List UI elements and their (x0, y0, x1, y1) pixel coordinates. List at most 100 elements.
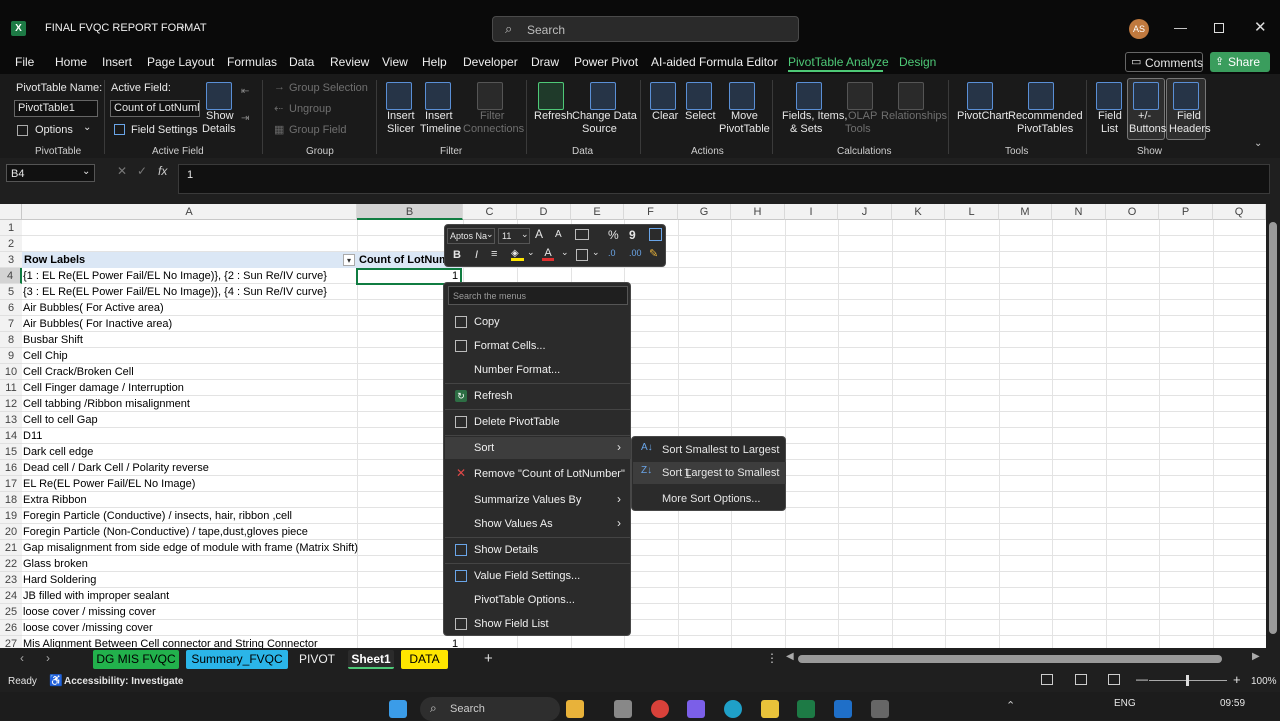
row-header[interactable]: 8 (0, 332, 22, 348)
row-labels-filter-button[interactable]: ▾ (343, 254, 355, 266)
row-label-cell[interactable]: Dark cell edge (23, 444, 93, 460)
column-header-d[interactable]: D (517, 204, 571, 220)
row-label-cell[interactable]: Cell to cell Gap (23, 412, 98, 428)
row-header[interactable]: 6 (0, 300, 22, 316)
windows-start-icon[interactable] (389, 700, 407, 718)
ungroup-button[interactable]: Ungroup (289, 103, 331, 115)
horizontal-scrollbar[interactable]: ◀ ▶ (786, 651, 1264, 664)
excel-logo-icon[interactable]: X (11, 21, 26, 36)
menu-formulas[interactable]: Formulas (227, 55, 277, 69)
tab-scroll-right-icon[interactable]: › (46, 651, 50, 665)
row-header[interactable]: 9 (0, 348, 22, 364)
menu-home[interactable]: Home (55, 55, 87, 69)
row-label-cell[interactable]: Glass broken (23, 556, 88, 572)
row-header[interactable]: 10 (0, 364, 22, 380)
ctx-delete-pivottable[interactable]: Delete PivotTable (445, 412, 631, 432)
chevron-down-icon[interactable]: ⌄ (527, 247, 535, 258)
share-button[interactable]: ⇪ Share (1210, 52, 1270, 72)
group-field-button[interactable]: Group Field (289, 124, 346, 136)
zoom-level[interactable]: 100% (1251, 676, 1277, 687)
more-options-icon[interactable]: ⋮ (766, 651, 778, 665)
ctx-remove-count[interactable]: ✕ Remove "Count of LotNumber" (445, 464, 631, 484)
horizontal-scrollbar-thumb[interactable] (798, 655, 1222, 663)
vertical-scrollbar[interactable] (1266, 220, 1280, 648)
clock-time[interactable]: 09:59 (1220, 698, 1245, 709)
accounting-format-icon[interactable] (649, 228, 662, 241)
row-header[interactable]: 3 (0, 252, 22, 268)
ctx-show-values-as[interactable]: Show Values As › (445, 514, 631, 534)
row-label-cell[interactable]: Cell Chip (23, 348, 68, 364)
column-header-i[interactable]: I (785, 204, 838, 220)
scroll-left-icon[interactable]: ◀ (786, 651, 794, 662)
sort-largest-to-smallest[interactable]: Z↓ Sort Largest to Smallest (633, 462, 786, 484)
pivottable-name-input[interactable]: PivotTable1 (14, 100, 98, 117)
cancel-icon[interactable]: ✕ (117, 164, 127, 178)
column-header-k[interactable]: K (892, 204, 945, 220)
row-label-cell[interactable]: JB filled with improper sealant (23, 588, 169, 604)
row-header[interactable]: 16 (0, 460, 22, 476)
row-header[interactable]: 11 (0, 380, 22, 396)
close-icon[interactable]: ✕ (1254, 18, 1267, 36)
insert-slicer-icon[interactable] (386, 82, 412, 110)
sheet-tab-data[interactable]: DATA (401, 650, 448, 669)
column-header-e[interactable]: E (571, 204, 624, 220)
page-break-view-icon[interactable] (1108, 674, 1120, 685)
field-settings-button[interactable]: Field Settings (114, 123, 204, 139)
fill-color-icon[interactable]: ◈ (511, 248, 524, 261)
align-center-icon[interactable]: ≡ (491, 248, 497, 260)
column-header-g[interactable]: G (678, 204, 731, 220)
comma-style-button[interactable]: 9 (629, 228, 636, 242)
move-pivottable-icon[interactable] (729, 82, 755, 110)
menu-insert[interactable]: Insert (102, 55, 132, 69)
row-label-cell[interactable]: Gap misalignment from side edge of modul… (23, 540, 358, 556)
row-label-cell[interactable]: Air Bubbles( For Active area) (23, 300, 164, 316)
group-selection-button[interactable]: Group Selection (289, 82, 368, 94)
file-explorer-icon[interactable] (761, 700, 779, 718)
language-indicator[interactable]: ENG (1114, 698, 1136, 709)
status-accessibility[interactable]: Accessibility: Investigate (64, 676, 184, 687)
ctx-pivottable-options[interactable]: PivotTable Options... (445, 590, 631, 610)
ctx-sort[interactable]: Sort › (445, 437, 631, 459)
chevron-down-icon[interactable]: ⌄ (178, 21, 186, 32)
column-header-j[interactable]: J (838, 204, 892, 220)
menu-data[interactable]: Data (289, 55, 314, 69)
column-header-a[interactable]: A (22, 204, 357, 220)
collapse-field-icon[interactable]: ⇥ (241, 113, 249, 124)
insert-function-button[interactable]: fx (158, 164, 167, 178)
row-label-cell[interactable]: Cell Crack/Broken Cell (23, 364, 134, 380)
row-label-cell[interactable]: Dead cell / Dark Cell / Polarity reverse (23, 460, 209, 476)
select-icon[interactable] (686, 82, 712, 110)
menu-pivottable-analyze[interactable]: PivotTable Analyze (788, 55, 889, 69)
row-header[interactable]: 19 (0, 508, 22, 524)
column-header-o[interactable]: O (1106, 204, 1159, 220)
search-box[interactable]: ⌕ Search (492, 16, 799, 42)
filter-connections-icon[interactable] (477, 82, 503, 110)
row-label-cell[interactable]: Extra Ribbon (23, 492, 87, 508)
row-label-cell[interactable]: loose cover / missing cover (23, 604, 156, 620)
row-header[interactable]: 5 (0, 284, 22, 300)
outlook-icon[interactable] (834, 700, 852, 718)
name-box[interactable]: B4 ⌄ (6, 164, 95, 182)
row-header[interactable]: 22 (0, 556, 22, 572)
chrome-icon[interactable] (651, 700, 669, 718)
page-layout-view-icon[interactable] (1075, 674, 1087, 685)
increase-decimal-icon[interactable]: .0 (608, 248, 616, 258)
more-sort-options[interactable]: More Sort Options... (633, 488, 786, 510)
ctx-show-details[interactable]: Show Details (445, 540, 631, 560)
row-header[interactable]: 25 (0, 604, 22, 620)
row-header[interactable]: 21 (0, 540, 22, 556)
column-header-b[interactable]: B (357, 204, 463, 220)
ctx-copy[interactable]: Copy (445, 312, 631, 332)
column-header-p[interactable]: P (1159, 204, 1213, 220)
row-label-cell[interactable]: Foregin Particle (Non-Conductive) / tape… (23, 524, 308, 540)
row-label-cell[interactable]: Cell Finger damage / Interruption (23, 380, 184, 396)
menu-help[interactable]: Help (422, 55, 447, 69)
widgets-icon[interactable] (566, 700, 584, 718)
ctx-show-field-list[interactable]: Show Field List (445, 614, 631, 634)
row-label-cell[interactable]: Busbar Shift (23, 332, 83, 348)
formula-input[interactable]: 1 (178, 164, 1270, 194)
row-label-cell[interactable]: {1 : EL Re(EL Power Fail/EL No Image)}, … (23, 268, 327, 284)
clear-icon[interactable] (650, 82, 676, 110)
normal-view-icon[interactable] (1041, 674, 1053, 685)
pivotchart-icon[interactable] (967, 82, 993, 110)
